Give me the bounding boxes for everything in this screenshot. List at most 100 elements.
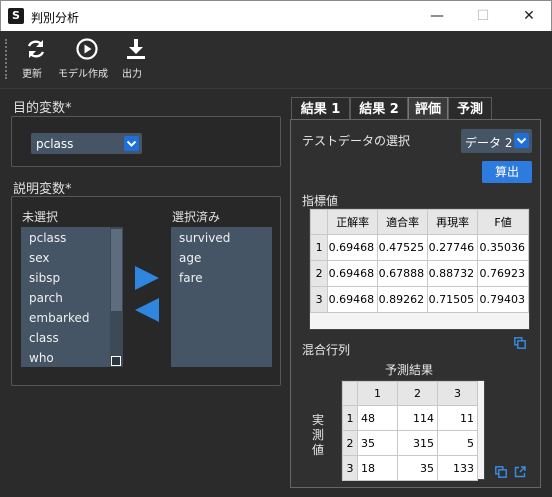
table-cell[interactable]: 315 (397, 430, 438, 456)
row-header: 2 (342, 430, 358, 456)
row-header: 2 (309, 260, 329, 287)
table-cell[interactable]: 5 (437, 430, 478, 456)
play-icon (76, 38, 98, 60)
output-label: 出力 (122, 69, 142, 80)
toolbar-grip[interactable] (5, 39, 7, 79)
metrics-header-cell: 適合率 (377, 209, 429, 235)
table-cell[interactable]: 48 (357, 405, 398, 431)
title-bar: S 判別分析 — ☐ ✕ (0, 0, 552, 31)
predicted-result-label: 予測結果 (385, 363, 434, 377)
refresh-button[interactable]: 更新 (22, 37, 50, 83)
table-cell[interactable]: 133 (437, 455, 478, 481)
table-cell[interactable]: 114 (397, 405, 438, 431)
chevron-down-icon[interactable] (124, 136, 139, 151)
table-cell[interactable]: 0.35036 (477, 234, 529, 261)
minimize-button[interactable]: — (414, 1, 460, 31)
table-cell[interactable]: 0.71505 (427, 286, 479, 313)
test-data-label: テストデータの選択 (302, 134, 411, 148)
model-create-label: モデル作成 (58, 69, 108, 80)
target-variable-select[interactable]: pclass (31, 133, 142, 154)
list-item[interactable]: parch (21, 288, 123, 308)
explanatory-variable-title: 説明変数* (13, 182, 72, 197)
table-row: 1 48 114 11 (342, 405, 478, 431)
confusion-header-cell: 3 (437, 381, 478, 406)
table-row: 2 0.69468 0.67888 0.88732 0.76923 (309, 260, 529, 287)
list-item[interactable]: class (21, 328, 123, 348)
table-cell[interactable]: 0.79403 (477, 286, 529, 313)
row-header: 1 (309, 234, 329, 261)
model-create-button[interactable]: モデル作成 (58, 37, 116, 83)
confusion-header-cell: 2 (397, 381, 438, 406)
list-item[interactable]: sex (21, 248, 123, 268)
copy-icon[interactable] (495, 466, 507, 478)
selected-label: 選択済み (172, 210, 221, 224)
table-cell[interactable]: 0.89262 (377, 286, 429, 313)
list-item[interactable]: who (21, 348, 123, 368)
list-item[interactable]: pclass (21, 228, 123, 248)
row-header: 3 (342, 455, 358, 481)
tab-evaluation[interactable]: 評価 (408, 97, 448, 120)
confusion-matrix-title: 混合行列 (302, 343, 351, 357)
table-cell[interactable]: 0.69468 (327, 260, 379, 287)
unselected-label: 未選択 (22, 210, 59, 224)
maximize-button[interactable]: ☐ (460, 1, 506, 31)
confusion-header-cell: 1 (357, 381, 398, 406)
copy-icon[interactable] (514, 337, 526, 349)
refresh-label: 更新 (22, 69, 42, 80)
list-item[interactable]: age (171, 248, 272, 268)
table-row: 3 18 35 133 (342, 455, 478, 481)
table-cell[interactable]: 0.69468 (327, 286, 379, 313)
scrollbar-thumb[interactable] (111, 229, 122, 311)
actual-value-label: 実測値 (311, 413, 324, 457)
test-data-value: データ 2 (465, 136, 513, 150)
metrics-header-cell: F値 (477, 209, 529, 235)
table-row: 1 0.69468 0.47525 0.27746 0.35036 (309, 234, 529, 261)
calculate-button[interactable]: 算出 (482, 161, 532, 183)
refresh-icon (27, 40, 45, 58)
tab-result-1[interactable]: 結果 1 (291, 97, 350, 120)
row-header: 3 (309, 286, 329, 313)
resize-grip-icon[interactable] (111, 356, 121, 366)
table-row: 2 35 315 5 (342, 430, 478, 456)
corner-cell (342, 381, 358, 406)
table-cell[interactable]: 0.76923 (477, 260, 529, 287)
table-cell[interactable]: 18 (357, 455, 398, 481)
metrics-header-cell: 正解率 (327, 209, 379, 235)
chevron-down-icon[interactable] (514, 133, 529, 148)
list-item[interactable]: sibsp (21, 268, 123, 288)
output-button[interactable]: 出力 (122, 37, 150, 83)
add-variable-button[interactable] (134, 265, 160, 291)
selected-list[interactable]: survived age fare (171, 227, 272, 367)
list-item[interactable]: survived (171, 228, 272, 248)
window-title: 判別分析 (31, 11, 80, 25)
corner-cell (309, 209, 329, 235)
unselected-list-scrollbar[interactable] (110, 227, 123, 367)
table-cell[interactable]: 0.88732 (427, 260, 479, 287)
target-variable-value: pclass (36, 137, 74, 151)
list-item[interactable]: fare (171, 268, 272, 288)
row-header: 1 (342, 405, 358, 431)
metrics-title: 指標値 (302, 194, 339, 208)
list-item[interactable]: embarked (21, 308, 123, 328)
table-cell[interactable]: 11 (437, 405, 478, 431)
confusion-matrix-table[interactable]: 1 2 3 1 48 114 11 2 35 315 5 3 18 35 133 (341, 380, 485, 481)
metrics-table[interactable]: 正解率 適合率 再現率 F値 1 0.69468 0.47525 0.27746… (309, 208, 530, 330)
table-cell[interactable]: 35 (397, 455, 438, 481)
table-cell[interactable]: 0.67888 (377, 260, 429, 287)
table-cell[interactable]: 0.69468 (327, 234, 379, 261)
table-row: 3 0.69468 0.89262 0.71505 0.79403 (309, 286, 529, 313)
unselected-list[interactable]: pclass sex sibsp parch embarked class wh… (21, 227, 123, 367)
table-cell[interactable]: 0.27746 (427, 234, 479, 261)
target-variable-title: 目的変数* (13, 101, 72, 116)
test-data-select[interactable]: データ 2 (461, 129, 532, 153)
tab-prediction[interactable]: 予測 (448, 97, 492, 120)
table-cell[interactable]: 0.47525 (377, 234, 429, 261)
toolbar: 更新 モデル作成 出力 (0, 31, 552, 89)
table-cell[interactable]: 35 (357, 430, 398, 456)
export-icon[interactable] (514, 466, 526, 478)
remove-variable-button[interactable] (134, 297, 160, 323)
close-button[interactable]: ✕ (506, 1, 552, 31)
metrics-header-cell: 再現率 (427, 209, 479, 235)
download-icon (127, 39, 145, 59)
tab-result-2[interactable]: 結果 2 (350, 97, 408, 120)
